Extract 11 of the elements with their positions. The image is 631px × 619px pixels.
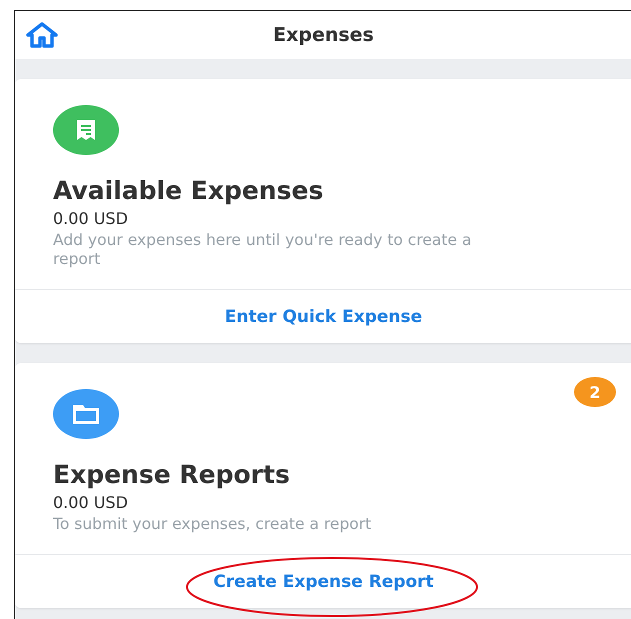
- card-title: Available Expenses: [53, 175, 324, 207]
- folder-icon: [71, 402, 101, 426]
- card-description: Add your expenses here until you're ready to create a report: [53, 231, 472, 269]
- screen-title: Expenses: [273, 24, 374, 46]
- amount-text: 0.00 USD: [53, 209, 129, 228]
- count-badge: 2: [574, 377, 616, 407]
- card-title: Expense Reports: [53, 459, 291, 491]
- amount-text: 0.00 USD: [53, 493, 129, 512]
- card-action-button[interactable]: Enter Quick Expense: [15, 289, 631, 343]
- card-description: To submit your expenses, create a report: [53, 515, 372, 534]
- card-action-button[interactable]: Create Expense Report: [15, 554, 631, 608]
